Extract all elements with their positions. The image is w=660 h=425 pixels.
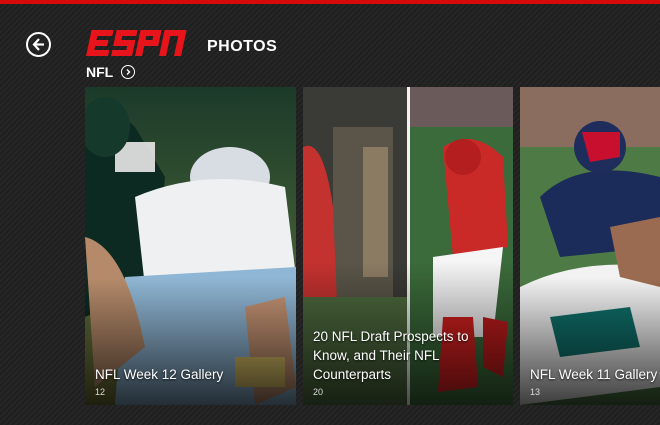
gallery-title: NFL Week 11 Gallery (530, 367, 658, 382)
breadcrumb[interactable]: NFL (86, 64, 136, 80)
gallery-title: NFL Week 12 Gallery (95, 367, 224, 382)
accent-bar (0, 0, 660, 4)
breadcrumb-label: NFL (86, 64, 114, 80)
gallery-tile[interactable]: NFL Week 11 Gallery 13 (520, 87, 660, 405)
espn-logo (84, 28, 190, 58)
back-arrow-icon (32, 38, 44, 51)
chevron-right-circle-icon (121, 65, 136, 79)
football-photo (520, 87, 660, 405)
gallery-photo-count: 13 (530, 387, 541, 397)
gallery-tile[interactable]: 20 NFL Draft Prospects to Know, and Thei… (303, 87, 513, 405)
gallery-photo-count: 12 (95, 387, 106, 397)
back-button[interactable] (26, 32, 51, 57)
gallery-title: 20 NFL Draft Prospects to Know, and Thei… (313, 329, 469, 382)
gallery-tile[interactable]: NFL Week 12 Gallery 12 (85, 87, 296, 405)
gallery-photo-count: 20 (313, 387, 324, 397)
football-photo (85, 87, 296, 405)
page-title: PHOTOS (207, 38, 278, 55)
